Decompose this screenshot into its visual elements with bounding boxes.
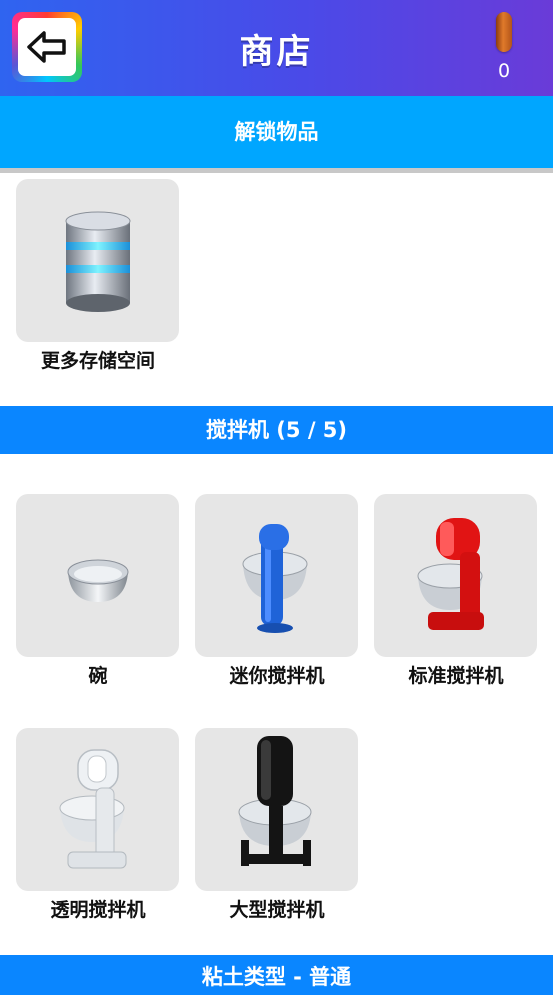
item-label: 迷你搅拌机 [229,665,325,687]
shop-item-mini-mixer[interactable] [195,494,358,657]
section-header-unlock: 解锁物品 [0,96,553,168]
bowl-icon [67,559,129,602]
item-label: 更多存储空间 [40,350,155,372]
shop-item-storage[interactable] [16,179,179,342]
coin-icon [496,12,512,52]
item-label: 标准搅拌机 [408,665,504,687]
mini-mixer-icon [242,524,308,633]
transparent-mixer-icon [59,749,127,869]
section-header-clay: 粘土类型 - 普通 [0,955,553,995]
coin-count: 0 [497,60,511,82]
item-label: 大型搅拌机 [229,899,325,921]
shop-item-large-mixer[interactable] [195,728,358,891]
item-label: 碗 [88,665,108,687]
shop-item-standard-mixer[interactable] [374,494,537,657]
divider [0,168,553,173]
page-title: 商店 [239,32,314,72]
standard-mixer-icon [417,518,484,630]
shop-item-bowl[interactable] [16,494,179,657]
storage-icon [65,211,131,312]
top-bar: 商店 0 [0,0,553,96]
large-mixer-icon [238,736,312,866]
shop-item-transparent-mixer[interactable] [16,728,179,891]
section-header-mixer: 搅拌机 (5 / 5) [0,406,553,454]
item-label: 透明搅拌机 [50,899,146,921]
